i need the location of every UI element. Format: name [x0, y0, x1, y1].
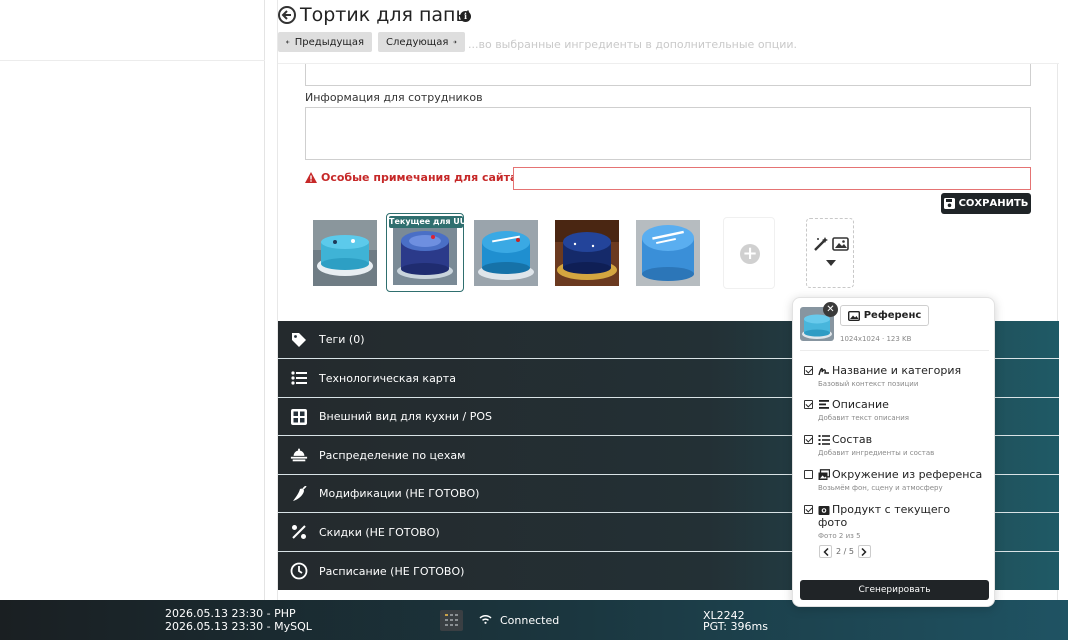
site-notes-label: Особые примечания для сайта! — [305, 171, 522, 184]
image-meta: 1024x1024 · 123 KB — [840, 335, 912, 343]
back-circle-icon[interactable] — [278, 6, 296, 24]
pager-next-button[interactable] — [857, 545, 871, 558]
percent-icon — [292, 525, 306, 539]
reference-label: Референс — [863, 310, 922, 321]
images-icon — [818, 469, 830, 480]
page-title: Тортик для папы — [300, 4, 471, 26]
option-title: Описание — [832, 398, 889, 411]
next-label: Следующая — [386, 36, 449, 48]
section-label: Распределение по цехам — [319, 448, 466, 462]
option-subtitle: Базовый контекст позиции — [818, 380, 919, 388]
section-label: Теги (0) — [319, 333, 365, 346]
wifi-icon — [479, 615, 492, 624]
option-checkbox[interactable] — [804, 400, 813, 409]
save-button[interactable]: СОХРАНИТЬ — [941, 193, 1031, 214]
option-checkbox[interactable] — [804, 505, 813, 514]
current-badge: Текущее для UU — [389, 216, 467, 228]
prev-button[interactable]: Предыдущая — [278, 32, 372, 52]
image-icon — [832, 237, 849, 251]
hint-text: ...во выбранные ингредиенты в дополнител… — [468, 38, 798, 51]
cake-photo-4[interactable] — [555, 220, 619, 286]
option-title-line2: фото — [818, 516, 848, 529]
cake-photo-5[interactable] — [636, 220, 700, 286]
arrow-left-icon — [286, 40, 290, 44]
list-icon — [818, 435, 830, 445]
connection-status: Connected — [500, 614, 560, 627]
magic-wand-icon — [814, 237, 828, 251]
section-label: Расписание (НЕ ГОТОВО) — [319, 564, 465, 578]
warning-icon — [305, 172, 317, 183]
site-notes-input[interactable] — [513, 167, 1031, 190]
reference-button[interactable]: Референс — [840, 305, 929, 326]
camera-icon — [818, 506, 830, 515]
staff-info-textarea[interactable] — [305, 107, 1031, 160]
option-subtitle: Возьмём фон, сцену и атмосферу — [818, 484, 943, 492]
option-checkbox[interactable] — [804, 366, 813, 375]
section-label: Модификации (НЕ ГОТОВО) — [319, 487, 480, 500]
add-photo-button[interactable]: + — [723, 217, 775, 289]
site-notes-text: Особые примечания для сайта! — [321, 171, 523, 184]
signature-icon — [818, 367, 829, 376]
prev-label: Предыдущая — [294, 36, 364, 48]
option-title: Состав — [832, 433, 873, 446]
caret-down-icon — [826, 260, 836, 266]
cake-photo-3[interactable] — [474, 220, 538, 286]
option-checkbox[interactable] — [804, 435, 813, 444]
chevron-left-icon — [822, 547, 829, 556]
close-icon[interactable]: ✕ — [823, 302, 838, 317]
option-checkbox[interactable] — [804, 470, 813, 479]
section-label: Скидки (НЕ ГОТОВО) — [319, 525, 440, 539]
next-button[interactable]: Следующая — [378, 32, 465, 52]
option-subtitle: Фото 2 из 5 — [818, 532, 861, 540]
grid-icon — [291, 408, 307, 425]
php-time: 2026.05.13 23:30 - PHP — [165, 607, 296, 620]
pgt-time: PGT: 396ms — [703, 620, 768, 633]
floppy-icon — [943, 198, 955, 209]
mysql-time: 2026.05.13 23:30 - MySQL — [165, 620, 312, 633]
staff-info-label: Информация для сотрудников — [305, 91, 483, 104]
generate-button[interactable]: Сгенерировать — [800, 580, 989, 600]
chevron-right-icon — [861, 547, 868, 556]
workshop-icon — [290, 448, 308, 462]
clock-icon — [290, 562, 308, 580]
ingredients-textarea[interactable] — [305, 64, 1031, 86]
pager-prev-button[interactable] — [819, 545, 832, 558]
section-label: Внешний вид для кухни / POS — [319, 410, 493, 423]
pager-text: 2 / 5 — [836, 547, 854, 556]
popup-divider — [800, 350, 989, 351]
save-label: СОХРАНИТЬ — [958, 198, 1029, 209]
section-label: Технологическая карта — [319, 371, 456, 385]
sidebar-divider — [0, 60, 265, 61]
option-title: Окружение из референса — [832, 468, 983, 481]
left-sidebar — [0, 0, 265, 600]
arrow-right-icon — [453, 40, 457, 44]
server-icon[interactable] — [440, 610, 463, 631]
tag-icon — [292, 332, 306, 347]
plus-icon: + — [740, 244, 760, 264]
page-header: Тортик для папы i ...во выбранные ингред… — [278, 0, 1059, 64]
photo-pager: 2 / 5 — [819, 545, 871, 558]
option-subtitle: Добавит ингредиенты и состав — [818, 449, 935, 457]
text-lines-icon — [819, 400, 829, 409]
option-subtitle: Добавит текст описания — [818, 414, 909, 422]
image-icon — [847, 310, 860, 321]
option-title: Название и категория — [832, 364, 962, 377]
cake-photo-2[interactable] — [393, 221, 457, 285]
cake-photo-1[interactable] — [313, 220, 377, 286]
info-icon[interactable]: i — [460, 11, 471, 22]
pepper-icon — [293, 485, 307, 501]
ai-generate-button[interactable] — [806, 218, 854, 288]
option-title: Продукт с текущего — [832, 503, 951, 516]
list-icon — [291, 371, 307, 385]
ai-generate-popup: ✕ Референс 1024x1024 · 123 KB Название и… — [792, 297, 995, 607]
